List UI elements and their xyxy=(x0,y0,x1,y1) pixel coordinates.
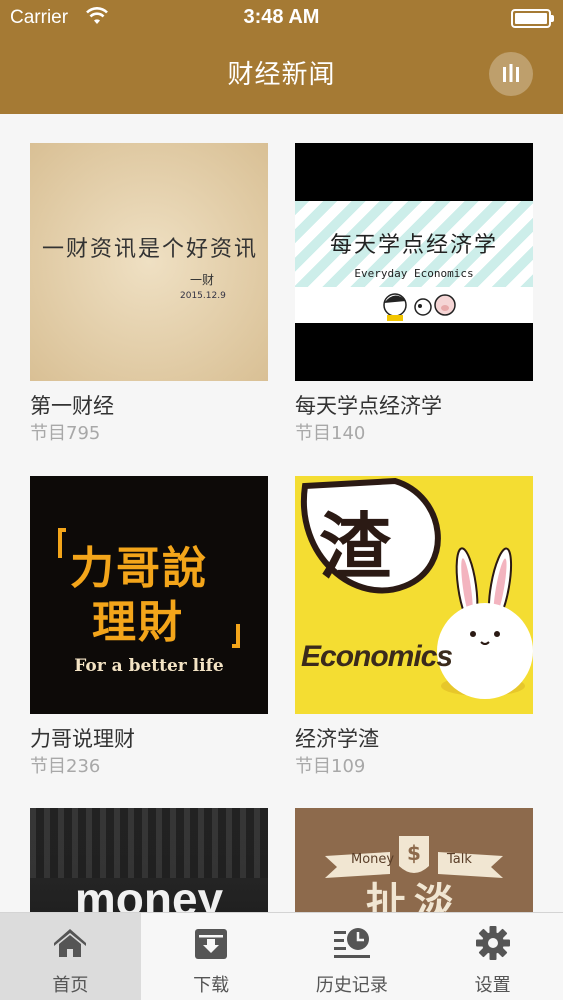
program-card-jingjixue-zha[interactable]: 渣 Economics 经济学渣 节目109 xyxy=(295,476,533,780)
nav-bar: 财经新闻 xyxy=(0,36,563,114)
program-cover[interactable]: 渣 Economics xyxy=(295,476,533,714)
history-icon xyxy=(333,928,370,958)
tab-download[interactable]: 下载 xyxy=(141,913,282,1000)
program-count: 节目795 xyxy=(30,423,101,444)
program-cover[interactable]: 每天学点经济学 Everyday Economics xyxy=(295,143,533,381)
tab-home[interactable]: 首页 xyxy=(0,913,141,1000)
cartoon-characters-illustration xyxy=(383,293,456,321)
home-icon xyxy=(54,929,87,957)
cover-handwriting: 一财资讯是个好资讯 xyxy=(42,237,259,262)
program-title: 经济学渣 xyxy=(295,727,379,751)
cover-right-word: Talk xyxy=(447,852,472,867)
program-cover[interactable]: money xyxy=(30,808,268,912)
program-title: 每天学点经济学 xyxy=(295,394,442,418)
program-cover[interactable]: $ Money Talk 扯淡 xyxy=(295,808,533,912)
download-box-icon xyxy=(195,929,228,959)
status-bar: Carrier 3:48 AM xyxy=(0,0,563,36)
program-cover[interactable]: 一财资讯是个好资讯 一财 2015.12.9 xyxy=(30,143,268,381)
cover-tagline: For a better life xyxy=(74,656,224,676)
svg-text:$: $ xyxy=(407,841,421,865)
cover-glyph: 扯淡 xyxy=(366,880,462,912)
cover-word: Economics xyxy=(301,640,453,673)
status-time: 3:48 AM xyxy=(243,6,320,28)
cover-signature: 一财 xyxy=(190,273,215,287)
program-title: 第一财经 xyxy=(30,394,114,418)
program-cover[interactable]: 力哥說 理財 For a better life xyxy=(30,476,268,714)
tab-history[interactable]: 历史记录 xyxy=(282,913,423,1000)
cover-line2: 理財 xyxy=(92,597,184,648)
now-playing-button[interactable] xyxy=(489,52,533,96)
cover-subtitle: Everyday Economics xyxy=(354,267,474,280)
program-count: 节目236 xyxy=(30,756,101,777)
program-card-meitian-jingjixue[interactable]: 每天学点经济学 Everyday Economics 每天学点经济学 节目140 xyxy=(295,143,533,447)
program-card-diyi-caijing[interactable]: 一财资讯是个好资讯 一财 2015.12.9 第一财经 节目795 xyxy=(30,143,268,447)
battery-icon xyxy=(511,9,554,28)
program-count: 节目109 xyxy=(295,756,366,777)
tab-label: 首页 xyxy=(52,975,89,996)
tab-label: 下载 xyxy=(193,975,230,996)
cover-headline: 每天学点经济学 xyxy=(329,233,498,258)
tab-label: 历史记录 xyxy=(315,975,388,996)
program-card-lige-licai[interactable]: 力哥說 理財 For a better life 力哥说理财 节目236 xyxy=(30,476,268,780)
gear-icon xyxy=(475,926,510,960)
program-card-money[interactable]: money xyxy=(30,808,268,912)
program-count: 节目140 xyxy=(295,423,366,444)
tab-label: 设置 xyxy=(474,975,511,996)
cover-word: money xyxy=(74,873,224,912)
program-card-money-talk[interactable]: $ Money Talk 扯淡 xyxy=(295,808,533,912)
program-title: 力哥说理财 xyxy=(30,727,135,751)
tab-bar: 首页 下载 历史记录 设置 xyxy=(0,912,563,1000)
program-grid: 一财资讯是个好资讯 一财 2015.12.9 第一财经 节目795 每天学点经济… xyxy=(0,114,563,912)
cover-left-word: Money xyxy=(351,852,395,867)
cover-date: 2015.12.9 xyxy=(180,291,226,301)
tab-settings[interactable]: 设置 xyxy=(422,913,563,1000)
cover-glyph: 渣 xyxy=(319,505,392,589)
audio-bars-icon xyxy=(503,64,519,82)
page-title: 财经新闻 xyxy=(227,60,336,90)
